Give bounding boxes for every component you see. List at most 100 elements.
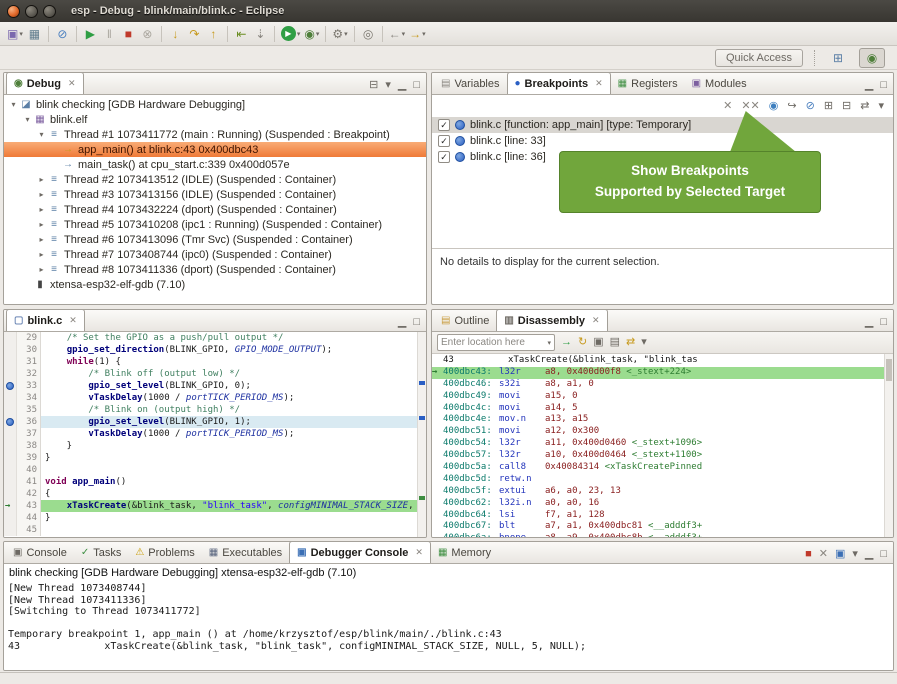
refresh-icon[interactable]: ↻ bbox=[578, 337, 587, 348]
collapse-all-icon[interactable]: ⊟ bbox=[842, 101, 851, 112]
line-number[interactable]: 33 bbox=[17, 380, 41, 392]
collapse-all-icon[interactable]: ⊟ bbox=[369, 80, 378, 91]
line-number[interactable]: 43 bbox=[17, 500, 41, 512]
code-text[interactable]: gpio_set_level(BLINK_GPIO, 1); bbox=[41, 416, 417, 428]
tab-variables[interactable]: ▤Variables bbox=[434, 73, 507, 94]
copy-icon[interactable]: ▣ bbox=[593, 337, 603, 348]
code-text[interactable]: vTaskDelay(1000 / portTICK_PERIOD_MS); bbox=[41, 428, 417, 440]
close-tab-icon[interactable]: ✕ bbox=[592, 315, 600, 326]
tab-problems[interactable]: ⚠Problems bbox=[128, 542, 201, 563]
thread-item[interactable]: ▸≡Thread #2 1073413512 (IDLE) (Suspended… bbox=[4, 172, 426, 187]
collapsed-arrow-icon[interactable]: ▸ bbox=[36, 190, 47, 199]
thread-item[interactable]: ▾≡Thread #1 1073411772 (main : Running) … bbox=[4, 127, 426, 142]
resume-button[interactable]: ▶ bbox=[81, 24, 100, 44]
code-text[interactable]: gpio_set_direction(BLINK_GPIO, GPIO_MODE… bbox=[41, 344, 417, 356]
run-dropdown[interactable]: ▶▾ bbox=[279, 24, 303, 44]
code-text[interactable]: /* Blink off (output low) */ bbox=[41, 368, 417, 380]
editor-marker-gutter[interactable] bbox=[4, 512, 17, 524]
expanded-arrow-icon[interactable]: ▾ bbox=[36, 130, 47, 139]
window-close-button[interactable] bbox=[7, 5, 20, 18]
options-menu-icon[interactable]: ▾ bbox=[641, 337, 647, 348]
code-text[interactable]: xTaskCreate(&blink_task, "blink_task", c… bbox=[41, 500, 417, 512]
thread-item[interactable]: ▸≡Thread #3 1073413156 (IDLE) (Suspended… bbox=[4, 187, 426, 202]
editor-marker-gutter[interactable] bbox=[4, 392, 17, 404]
step-over-button[interactable]: ↷ bbox=[185, 24, 204, 44]
step-return-button[interactable]: ↑ bbox=[204, 24, 223, 44]
line-number[interactable]: 31 bbox=[17, 356, 41, 368]
location-combo[interactable]: Enter location here ▾ bbox=[437, 334, 555, 351]
disassembly-instruction[interactable]: 400dbc46:s32ia8, a1, 0 bbox=[432, 379, 884, 391]
line-number[interactable]: 38 bbox=[17, 440, 41, 452]
line-number[interactable]: 36 bbox=[17, 416, 41, 428]
editor-marker-gutter[interactable] bbox=[4, 488, 17, 500]
minimize-icon[interactable]: ▁ bbox=[865, 549, 873, 560]
tab-debugger-console[interactable]: ▣Debugger Console✕ bbox=[289, 541, 431, 563]
tab-console[interactable]: ▣Console bbox=[6, 542, 74, 563]
code-text[interactable]: } bbox=[41, 512, 417, 524]
display-selected-console-icon[interactable]: ▣ bbox=[835, 549, 845, 560]
close-tab-icon[interactable]: ✕ bbox=[68, 78, 76, 89]
save-button[interactable]: ▦ bbox=[25, 24, 44, 44]
disassembly-instruction[interactable]: 400dbc4c:movia14, 5 bbox=[432, 403, 884, 415]
editor-marker-gutter[interactable] bbox=[4, 440, 17, 452]
window-minimize-button[interactable] bbox=[25, 5, 38, 18]
disassembly-instruction[interactable]: 400dbc54:l32ra11, 0x400d0460 <_stext+109… bbox=[432, 438, 884, 450]
skip-all-breakpoints-icon[interactable]: ⊘ bbox=[806, 101, 815, 112]
disassembly-scrollbar[interactable] bbox=[884, 354, 893, 537]
console-output[interactable]: blink checking [GDB Hardware Debugging] … bbox=[4, 564, 893, 670]
collapsed-arrow-icon[interactable]: ▸ bbox=[36, 220, 47, 229]
stack-frame-item[interactable]: ▾▦blink.elf bbox=[4, 112, 426, 127]
line-number[interactable]: 45 bbox=[17, 524, 41, 536]
maximize-icon[interactable]: □ bbox=[880, 317, 887, 328]
disassembly-instruction[interactable]: 400dbc67:blta7, a1, 0x400dbc81 <__adddf3… bbox=[432, 521, 884, 533]
tab-outline[interactable]: ▤Outline bbox=[434, 310, 496, 331]
annotation-breakpoint-33[interactable] bbox=[419, 381, 425, 385]
thread-item[interactable]: ▸≡Thread #6 1073413096 (Tmr Svc) (Suspen… bbox=[4, 232, 426, 247]
code-text[interactable]: /* Set the GPIO as a push/pull output */ bbox=[41, 332, 417, 344]
disassembly-instruction[interactable]: 400dbc51:movia12, 0x300 bbox=[432, 426, 884, 438]
open-console-dropdown[interactable]: ▾ bbox=[852, 549, 858, 560]
disassembly-instruction[interactable]: 400dbc5f:extuia6, a0, 23, 13 bbox=[432, 486, 884, 498]
code-text[interactable]: gpio_set_level(BLINK_GPIO, 0); bbox=[41, 380, 417, 392]
goto-file-for-breakpoint-icon[interactable]: ↪ bbox=[787, 101, 796, 112]
debug-perspective-icon[interactable]: ◉ bbox=[859, 48, 885, 68]
line-number[interactable]: 44 bbox=[17, 512, 41, 524]
line-number[interactable]: 35 bbox=[17, 404, 41, 416]
open-perspective-icon[interactable]: ⊞ bbox=[825, 48, 851, 68]
tab-debug[interactable]: ◉Debug✕ bbox=[6, 72, 84, 94]
tab-tasks[interactable]: ✓Tasks bbox=[74, 542, 129, 563]
disassembly-instruction[interactable]: 400dbc6a:bnonea8, a9, 0x400dbc8b <__addd… bbox=[432, 533, 884, 537]
breakpoint-checkbox[interactable]: ✓ bbox=[438, 151, 450, 163]
code-text[interactable] bbox=[41, 464, 417, 476]
collapsed-arrow-icon[interactable]: ▸ bbox=[36, 175, 47, 184]
window-maximize-button[interactable] bbox=[43, 5, 56, 18]
code-text[interactable]: } bbox=[41, 440, 417, 452]
external-tools-dropdown[interactable]: ⚙▾ bbox=[330, 24, 349, 44]
editor-marker-gutter[interactable] bbox=[4, 476, 17, 488]
line-number[interactable]: 29 bbox=[17, 332, 41, 344]
quick-access-button[interactable]: Quick Access bbox=[715, 49, 803, 67]
location-combo-arrow-icon[interactable]: ▾ bbox=[547, 339, 551, 347]
code-text[interactable]: { bbox=[41, 488, 417, 500]
forward-dropdown[interactable]: →▾ bbox=[407, 24, 428, 44]
editor-marker-gutter[interactable] bbox=[4, 428, 17, 440]
code-text[interactable] bbox=[41, 524, 417, 536]
disassembly-instruction[interactable]: 400dbc49:movia15, 0 bbox=[432, 391, 884, 403]
maximize-icon[interactable]: □ bbox=[880, 549, 887, 560]
line-number[interactable]: 32 bbox=[17, 368, 41, 380]
editor-marker-gutter[interactable] bbox=[4, 452, 17, 464]
thread-item[interactable]: ▸≡Thread #5 1073410208 (ipc1 : Running) … bbox=[4, 217, 426, 232]
line-number[interactable]: 40 bbox=[17, 464, 41, 476]
collapsed-arrow-icon[interactable]: ▸ bbox=[36, 250, 47, 259]
close-tab-icon[interactable]: ✕ bbox=[69, 315, 77, 326]
thread-item[interactable]: ▸≡Thread #4 1073432224 (dport) (Suspende… bbox=[4, 202, 426, 217]
remove-launch-icon[interactable]: ✕ bbox=[819, 549, 828, 560]
code-editor[interactable]: 29 /* Set the GPIO as a push/pull output… bbox=[4, 332, 417, 537]
terminate-button[interactable]: ■ bbox=[119, 24, 138, 44]
expanded-arrow-icon[interactable]: ▾ bbox=[8, 100, 19, 109]
thread-item[interactable]: ▸≡Thread #8 1073411336 (dport) (Suspende… bbox=[4, 262, 426, 277]
code-text[interactable]: void app_main() bbox=[41, 476, 417, 488]
editor-marker-gutter[interactable]: → bbox=[4, 500, 17, 512]
remove-all-breakpoints-icon[interactable]: ✕✕ bbox=[741, 101, 759, 112]
collapsed-arrow-icon[interactable]: ▸ bbox=[36, 205, 47, 214]
